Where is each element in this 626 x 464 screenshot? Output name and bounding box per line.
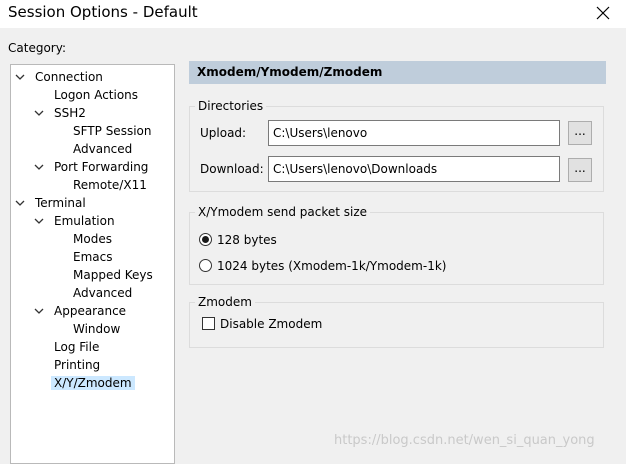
tree-item-label: Advanced — [73, 286, 133, 300]
tree-item-remote-x11[interactable]: Remote/X11 — [73, 176, 147, 194]
tree-item-label: Log File — [54, 340, 100, 354]
chevron-down-icon[interactable] — [34, 306, 44, 316]
tree-item-label: SFTP Session — [73, 124, 152, 138]
tree-item-emulation-advanced[interactable]: Advanced — [73, 284, 132, 302]
tree-item-sftp-session[interactable]: SFTP Session — [73, 122, 151, 140]
page-title: Xmodem/Ymodem/Zmodem — [189, 61, 606, 84]
tree-item-label: Appearance — [54, 304, 127, 318]
tree-item-label: Remote/X11 — [73, 178, 147, 192]
tree-item-emacs[interactable]: Emacs — [73, 248, 112, 266]
category-label: Category: — [8, 41, 66, 55]
chevron-down-icon[interactable] — [15, 72, 25, 82]
disable-zmodem-checkbox[interactable] — [202, 317, 215, 330]
radio-1024-bytes[interactable] — [199, 259, 212, 272]
tree-item-label: Modes — [73, 232, 112, 246]
radio-1024-label: 1024 bytes (Xmodem-1k/Ymodem-1k) — [217, 259, 447, 273]
tree-item-label: Logon Actions — [54, 88, 139, 102]
tree-item-label: Emulation — [54, 214, 115, 228]
tree-item-label: Printing — [54, 358, 101, 372]
chevron-down-icon[interactable] — [34, 108, 44, 118]
packet-size-group — [189, 212, 604, 285]
radio-128-label: 128 bytes — [217, 233, 277, 247]
tree-item-logon-actions[interactable]: Logon Actions — [54, 86, 138, 104]
tree-item-label: Emacs — [73, 250, 113, 264]
zmodem-title: Zmodem — [195, 295, 255, 309]
chevron-down-icon[interactable] — [34, 162, 44, 172]
tree-item-label: Window — [73, 322, 121, 336]
tree-item-label: Advanced — [73, 142, 133, 156]
tree-item-xyzmodem[interactable]: X/Y/Zmodem — [51, 374, 135, 392]
radio-128-bytes[interactable] — [199, 233, 212, 246]
close-icon — [596, 6, 610, 20]
category-tree[interactable]: Connection Logon Actions SSH2 SFTP Sessi… — [10, 64, 175, 464]
tree-item-mapped-keys[interactable]: Mapped Keys — [73, 266, 153, 284]
tree-item-label: X/Y/Zmodem — [51, 376, 135, 390]
download-browse-button[interactable]: ... — [568, 158, 592, 182]
download-label: Download: — [200, 162, 264, 176]
upload-input[interactable]: C:\Users\lenovo — [268, 120, 560, 146]
tree-item-window[interactable]: Window — [73, 320, 120, 338]
tree-item-ssh2-advanced[interactable]: Advanced — [73, 140, 132, 158]
directories-title: Directories — [195, 99, 267, 113]
tree-item-printing[interactable]: Printing — [54, 356, 100, 374]
chevron-down-icon[interactable] — [15, 198, 25, 208]
download-input[interactable]: C:\Users\lenovo\Downloads — [268, 156, 560, 182]
tree-item-modes[interactable]: Modes — [73, 230, 112, 248]
tree-item-log-file[interactable]: Log File — [54, 338, 99, 356]
chevron-down-icon[interactable] — [34, 216, 44, 226]
watermark: https://blog.csdn.net/wen_si_quan_yong — [334, 433, 595, 448]
window-title: Session Options - Default — [8, 3, 198, 21]
tree-item-label: SSH2 — [54, 106, 86, 120]
tree-item-label: Mapped Keys — [73, 268, 153, 282]
upload-label: Upload: — [200, 126, 247, 140]
packet-size-title: X/Ymodem send packet size — [195, 205, 371, 219]
tree-item-label: Port Forwarding — [54, 160, 149, 174]
disable-zmodem-label: Disable Zmodem — [220, 317, 323, 331]
tree-item-label: Connection — [35, 70, 103, 84]
title-bar: Session Options - Default — [0, 0, 626, 28]
upload-browse-button[interactable]: ... — [568, 121, 592, 145]
close-button[interactable] — [580, 0, 626, 28]
tree-item-label: Terminal — [35, 196, 86, 210]
